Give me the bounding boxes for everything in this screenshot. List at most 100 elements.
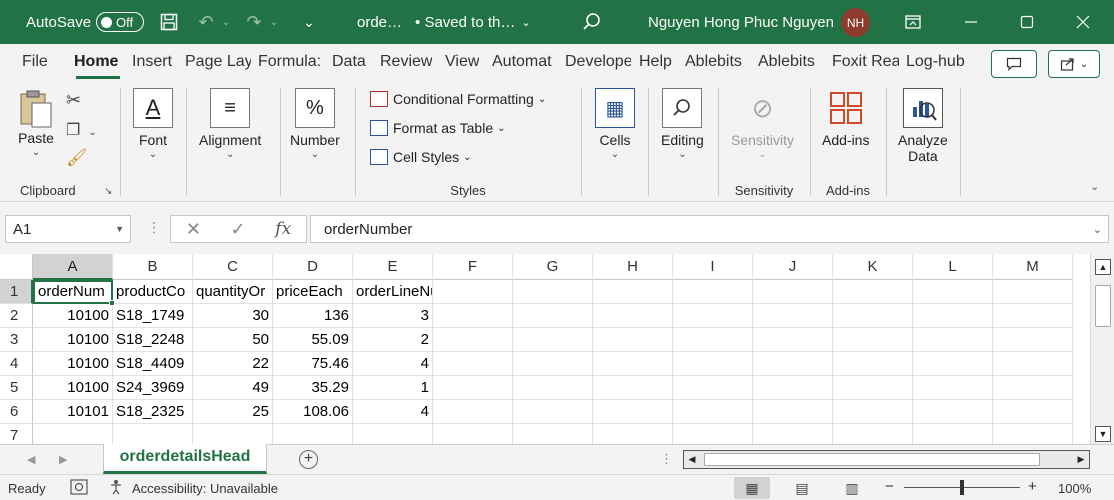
- active-cell[interactable]: orderNum: [33, 280, 113, 304]
- grid-cell[interactable]: [833, 280, 913, 304]
- addins-button[interactable]: Add-ins: [822, 88, 869, 148]
- minimize-icon[interactable]: [956, 0, 986, 44]
- vertical-scrollbar[interactable]: ▲ ▼: [1090, 254, 1114, 444]
- grid-cell[interactable]: [513, 352, 593, 376]
- grid-cell[interactable]: [593, 376, 673, 400]
- redo-dropdown-icon[interactable]: ⌄: [268, 0, 280, 44]
- grid-cell[interactable]: [833, 400, 913, 424]
- grid-cell[interactable]: 75.46: [273, 352, 353, 376]
- scroll-thumb[interactable]: [1095, 285, 1111, 327]
- autosave-toggle[interactable]: Off: [96, 12, 144, 32]
- column-header[interactable]: G: [513, 254, 593, 280]
- scroll-up-icon[interactable]: ▲: [1095, 259, 1111, 275]
- grid-cell[interactable]: 25: [193, 400, 273, 424]
- enter-icon[interactable]: ✓: [231, 219, 246, 240]
- grid-cell[interactable]: [913, 376, 993, 400]
- number-button[interactable]: % Number ⌄: [290, 88, 340, 160]
- grid-cell[interactable]: [753, 328, 833, 352]
- save-icon[interactable]: [158, 0, 180, 44]
- grid-cell[interactable]: [193, 424, 273, 444]
- grid-cell[interactable]: [753, 304, 833, 328]
- grid-cell[interactable]: [433, 376, 513, 400]
- tab-page-layout[interactable]: Page Lay: [185, 53, 251, 71]
- scroll-right-icon[interactable]: ▶: [1074, 452, 1088, 467]
- undo-icon[interactable]: ↶: [195, 0, 217, 44]
- maximize-icon[interactable]: [1012, 0, 1042, 44]
- grid-cell[interactable]: [273, 424, 353, 444]
- select-all-corner[interactable]: [0, 254, 33, 280]
- grid-cell[interactable]: [913, 424, 993, 444]
- column-header[interactable]: F: [433, 254, 513, 280]
- redo-icon[interactable]: ↷: [243, 0, 265, 44]
- grid-cell[interactable]: [593, 352, 673, 376]
- grid-cell[interactable]: [993, 352, 1073, 376]
- tab-formulas[interactable]: Formula:: [258, 53, 325, 71]
- page-layout-view-icon[interactable]: ▤: [784, 477, 820, 499]
- dialog-launcher-icon[interactable]: ↘: [104, 186, 112, 197]
- zoom-out-icon[interactable]: −: [885, 478, 894, 495]
- ribbon-display-icon[interactable]: [898, 0, 928, 44]
- grid-cell[interactable]: priceEach: [273, 280, 353, 304]
- column-header[interactable]: H: [593, 254, 673, 280]
- grid-cell[interactable]: [593, 400, 673, 424]
- grid-cell[interactable]: 10100: [33, 328, 113, 352]
- tab-log-hub[interactable]: Log-hub: [906, 53, 965, 71]
- grid-cell[interactable]: [673, 400, 753, 424]
- grid-cell[interactable]: [913, 280, 993, 304]
- grid-cell[interactable]: [513, 376, 593, 400]
- grid-cell[interactable]: [833, 304, 913, 328]
- grid-cell[interactable]: [673, 376, 753, 400]
- tab-home[interactable]: Home: [74, 53, 118, 71]
- grid-cell[interactable]: [593, 424, 673, 444]
- tab-automate[interactable]: Automat: [492, 53, 558, 71]
- grid-cell[interactable]: [593, 328, 673, 352]
- analyze-data-button[interactable]: Analyze Data: [898, 88, 948, 164]
- cut-icon[interactable]: ✂: [66, 90, 81, 111]
- font-button[interactable]: A Font ⌄: [133, 88, 173, 160]
- editing-button[interactable]: Editing ⌄: [661, 88, 704, 160]
- grid-cell[interactable]: [993, 424, 1073, 444]
- grid-cell[interactable]: [593, 280, 673, 304]
- tab-data[interactable]: Data: [332, 53, 366, 71]
- collapse-ribbon-icon[interactable]: ⌄: [1090, 180, 1099, 193]
- grid-cell[interactable]: [433, 424, 513, 444]
- share-button[interactable]: ⌄: [1048, 50, 1100, 78]
- tab-file[interactable]: File: [22, 53, 48, 71]
- row-header[interactable]: 4: [0, 352, 33, 376]
- sheet-tab-active[interactable]: orderdetailsHead: [103, 444, 267, 474]
- cancel-icon[interactable]: ✕: [186, 219, 201, 240]
- grid-cell[interactable]: [353, 424, 433, 444]
- comments-button[interactable]: [991, 50, 1037, 78]
- grid-cell[interactable]: [833, 352, 913, 376]
- paste-button[interactable]: Paste ⌄: [16, 88, 56, 158]
- grid-cell[interactable]: [513, 400, 593, 424]
- grid-cell[interactable]: [673, 280, 753, 304]
- grid-cell[interactable]: 50: [193, 328, 273, 352]
- sensitivity-button[interactable]: ⊘ Sensitivity ⌄: [731, 88, 794, 161]
- grid-cell[interactable]: [433, 352, 513, 376]
- grid-cell[interactable]: [753, 376, 833, 400]
- grid-cell[interactable]: 35.29: [273, 376, 353, 400]
- alignment-button[interactable]: ≡ Alignment ⌄: [199, 88, 261, 160]
- row-header[interactable]: 3: [0, 328, 33, 352]
- search-icon[interactable]: [582, 0, 602, 44]
- grid-cell[interactable]: 10100: [33, 304, 113, 328]
- tab-help[interactable]: Help: [639, 53, 672, 71]
- column-header[interactable]: J: [753, 254, 833, 280]
- grid-cell[interactable]: [513, 304, 593, 328]
- column-header[interactable]: A: [33, 254, 113, 280]
- document-title[interactable]: orde… • Saved to th… ⌄: [357, 0, 531, 44]
- grid-cell[interactable]: [833, 328, 913, 352]
- grid-cell[interactable]: [993, 280, 1073, 304]
- grid-cell[interactable]: 2: [353, 328, 433, 352]
- grid-cell[interactable]: 10100: [33, 352, 113, 376]
- grid-cell[interactable]: [913, 304, 993, 328]
- grid-cell[interactable]: 136: [273, 304, 353, 328]
- grid-cell[interactable]: [993, 304, 1073, 328]
- grid-cell[interactable]: [33, 424, 113, 444]
- grid-cell[interactable]: productCo: [113, 280, 193, 304]
- accessibility-status[interactable]: Accessibility: Unavailable: [132, 481, 278, 496]
- grid-cell[interactable]: [673, 424, 753, 444]
- column-header[interactable]: I: [673, 254, 753, 280]
- grid-cell[interactable]: [513, 280, 593, 304]
